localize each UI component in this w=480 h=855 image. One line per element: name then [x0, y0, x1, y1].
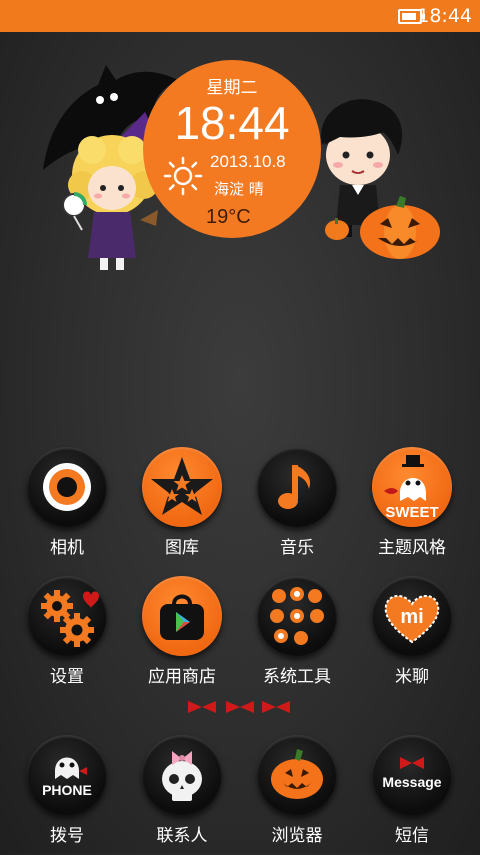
app-phone[interactable]: PHONE 拨号 [12, 735, 122, 855]
mi-text: mi [400, 606, 423, 628]
settings-gear-icon [27, 576, 107, 656]
app-label: 应用商店 [148, 667, 216, 687]
app-label: 相机 [50, 538, 84, 558]
message-text: Message [382, 774, 441, 790]
gallery-star-icon [142, 447, 222, 527]
app-browser[interactable]: 浏览器 [242, 735, 352, 855]
app-label: 音乐 [280, 538, 314, 558]
sun-icon [163, 156, 203, 196]
app-music[interactable]: 音乐 [242, 447, 352, 567]
sweet-text: SWEET [385, 504, 438, 521]
app-store-bag-icon [142, 576, 222, 656]
app-store[interactable]: 应用商店 [127, 576, 237, 696]
camera-icon [27, 447, 107, 527]
app-messages[interactable]: Message 短信 [357, 735, 467, 855]
app-label: 主题风格 [378, 538, 446, 558]
phone-icon: PHONE [27, 735, 107, 815]
app-label: 联系人 [156, 826, 208, 846]
app-label: 拨号 [50, 826, 84, 846]
widget-date: 2013.10.8 [210, 152, 286, 171]
app-label: 图库 [165, 538, 199, 558]
app-label: 设置 [50, 667, 84, 687]
app-label: 米聊 [395, 667, 429, 687]
app-label: 浏览器 [271, 826, 323, 846]
contacts-skull-icon [142, 735, 222, 815]
app-gallery[interactable]: 图库 [127, 447, 237, 567]
app-label: 短信 [395, 826, 429, 846]
app-miliao[interactable]: mi 米聊 [357, 576, 467, 696]
app-contacts[interactable]: 联系人 [127, 735, 237, 855]
bow-divider-icon [188, 701, 290, 713]
phone-text: PHONE [42, 782, 92, 798]
music-note-icon [257, 447, 337, 527]
temperature: 19°C [206, 206, 251, 228]
miliao-heart-icon: mi [372, 576, 452, 656]
status-bar: 18:44 [0, 0, 480, 32]
app-theme[interactable]: SWEET 主题风格 [357, 447, 467, 567]
browser-pumpkin-icon [257, 735, 337, 815]
app-system-tools[interactable]: 系统工具 [242, 576, 352, 696]
weekday: 星期二 [206, 78, 258, 98]
theme-ghost-icon: SWEET [372, 447, 452, 527]
system-tools-folder-icon [257, 576, 337, 656]
status-time: 18:44 [417, 5, 472, 27]
location-weather: 海淀 晴 [214, 180, 264, 198]
app-camera[interactable]: 相机 [12, 447, 122, 567]
clock-weather-widget[interactable]: 星期二 18:44 2013.10.8 海淀 晴 19°C [143, 60, 321, 238]
message-icon: Message [372, 735, 452, 815]
widget-time: 18:44 [174, 97, 290, 149]
pumpkin-icon [325, 196, 440, 259]
app-settings[interactable]: 设置 [12, 576, 122, 696]
app-label: 系统工具 [263, 667, 331, 687]
